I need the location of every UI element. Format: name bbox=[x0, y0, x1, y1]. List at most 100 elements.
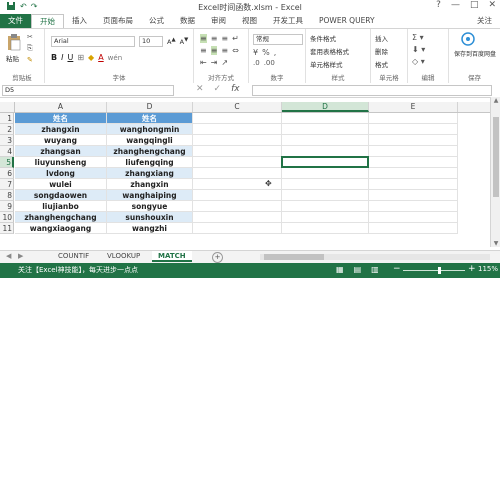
align-top-icon[interactable]: ≡ bbox=[200, 34, 207, 43]
currency-icon[interactable]: ¥ bbox=[253, 48, 258, 57]
enter-icon[interactable]: ✓ bbox=[214, 84, 222, 94]
tab-review[interactable]: 审阅 bbox=[203, 14, 234, 28]
wrap-text-icon[interactable]: ↵ bbox=[232, 34, 239, 43]
row-header[interactable]: 1 bbox=[0, 113, 14, 124]
empty-cell[interactable] bbox=[369, 223, 458, 234]
tab-formulas[interactable]: 公式 bbox=[141, 14, 172, 28]
table-cell[interactable]: wangxiaogang bbox=[15, 223, 107, 234]
row-header[interactable]: 11 bbox=[0, 223, 14, 234]
clear-icon[interactable]: ◇ ▾ bbox=[412, 57, 425, 66]
table-header-cell[interactable]: 姓名 bbox=[15, 113, 107, 124]
empty-cell[interactable] bbox=[369, 201, 458, 212]
italic-icon[interactable]: I bbox=[61, 53, 63, 62]
table-cell[interactable]: zhangxiang bbox=[107, 168, 193, 179]
column-header-b[interactable]: D bbox=[107, 102, 193, 112]
vertical-scrollbar[interactable]: ▲ ▼ bbox=[490, 97, 500, 247]
delete-cells-button[interactable]: 删除 bbox=[375, 46, 388, 56]
row-header[interactable]: 3 bbox=[0, 135, 14, 146]
comma-icon[interactable]: , bbox=[274, 48, 277, 57]
merge-center-icon[interactable]: ⇔ bbox=[232, 46, 239, 55]
empty-cell[interactable] bbox=[282, 223, 369, 234]
user-account[interactable]: 关注 bbox=[477, 14, 500, 28]
save-to-baidu-button[interactable] bbox=[461, 32, 475, 48]
table-cell[interactable]: sunshouxin bbox=[107, 212, 193, 223]
table-cell[interactable]: songyue bbox=[107, 201, 193, 212]
empty-cell[interactable] bbox=[369, 135, 458, 146]
insert-function-icon[interactable]: fx bbox=[231, 84, 240, 94]
percent-icon[interactable]: % bbox=[262, 48, 270, 57]
empty-cell[interactable] bbox=[369, 190, 458, 201]
empty-cell[interactable] bbox=[193, 190, 282, 201]
table-cell[interactable]: liuyunsheng bbox=[15, 157, 107, 168]
table-cell[interactable]: wuyang bbox=[15, 135, 107, 146]
zoom-level[interactable]: 115% bbox=[478, 265, 498, 273]
tab-developer[interactable]: 开发工具 bbox=[265, 14, 311, 28]
grow-font-icon[interactable]: A▲ bbox=[167, 37, 176, 46]
close-icon[interactable]: ✕ bbox=[488, 0, 496, 10]
column-header-d[interactable]: D bbox=[282, 102, 369, 112]
table-cell[interactable]: zhangxin bbox=[15, 124, 107, 135]
scroll-down-icon[interactable]: ▼ bbox=[491, 240, 500, 247]
decrease-decimal-icon[interactable]: .00 bbox=[264, 59, 275, 67]
formula-input[interactable] bbox=[252, 85, 492, 96]
tab-file[interactable]: 文件 bbox=[0, 14, 31, 28]
tab-power-query[interactable]: POWER QUERY bbox=[311, 14, 383, 28]
page-break-view-icon[interactable]: ▥ bbox=[371, 265, 379, 274]
tab-page-layout[interactable]: 页面布局 bbox=[95, 14, 141, 28]
font-color-icon[interactable]: A bbox=[98, 53, 103, 62]
empty-cell[interactable] bbox=[369, 157, 458, 168]
table-cell[interactable]: wanghongmin bbox=[107, 124, 193, 135]
table-cell[interactable]: wangqingli bbox=[107, 135, 193, 146]
table-cell[interactable]: wanghaiping bbox=[107, 190, 193, 201]
zoom-slider[interactable] bbox=[403, 267, 465, 274]
select-all-corner[interactable] bbox=[0, 102, 15, 112]
format-as-table-button[interactable]: 套用表格格式 bbox=[310, 46, 349, 56]
table-cell[interactable]: liufengqing bbox=[107, 157, 193, 168]
format-painter-icon[interactable]: ✎ bbox=[27, 56, 33, 64]
prev-sheet-icon[interactable]: ◀ bbox=[6, 251, 11, 262]
scroll-up-icon[interactable]: ▲ bbox=[491, 97, 500, 104]
horizontal-scrollbar[interactable] bbox=[260, 254, 490, 260]
zoom-slider-knob[interactable] bbox=[438, 267, 441, 274]
tab-view[interactable]: 视图 bbox=[234, 14, 265, 28]
horizontal-scroll-thumb[interactable] bbox=[264, 254, 324, 260]
fill-color-icon[interactable]: ◆ bbox=[88, 53, 94, 62]
empty-cell[interactable] bbox=[193, 212, 282, 223]
align-left-icon[interactable]: ≡ bbox=[200, 46, 207, 55]
zoom-out-icon[interactable]: − bbox=[393, 264, 401, 274]
paste-button[interactable]: 粘贴 bbox=[6, 33, 22, 63]
format-cells-button[interactable]: 格式 bbox=[375, 59, 388, 69]
empty-cell[interactable] bbox=[369, 212, 458, 223]
table-cell[interactable]: zhanghengchang bbox=[15, 212, 107, 223]
empty-cell[interactable] bbox=[193, 223, 282, 234]
help-icon[interactable]: ? bbox=[436, 0, 441, 10]
empty-cell[interactable] bbox=[193, 124, 282, 135]
empty-cell[interactable] bbox=[193, 157, 282, 168]
align-right-icon[interactable]: ≡ bbox=[221, 46, 228, 55]
empty-cell[interactable] bbox=[282, 168, 369, 179]
font-size-combo[interactable]: 10 bbox=[139, 36, 163, 47]
empty-cell[interactable] bbox=[282, 124, 369, 135]
autosum-icon[interactable]: Σ ▾ bbox=[412, 33, 425, 42]
empty-cell[interactable] bbox=[193, 135, 282, 146]
align-center-icon[interactable]: ≡ bbox=[210, 46, 218, 55]
number-format-combo[interactable]: 常规 bbox=[253, 34, 303, 45]
table-cell[interactable]: liujianbo bbox=[15, 201, 107, 212]
plus-circle-icon[interactable]: + bbox=[212, 252, 223, 263]
empty-cell[interactable] bbox=[193, 201, 282, 212]
row-header[interactable]: 4 bbox=[0, 146, 14, 157]
maximize-icon[interactable]: □ bbox=[470, 0, 479, 10]
vertical-scroll-thumb[interactable] bbox=[493, 117, 499, 197]
borders-icon[interactable]: ⊞ bbox=[77, 53, 84, 62]
increase-indent-icon[interactable]: ⇥ bbox=[211, 58, 218, 67]
empty-cell[interactable] bbox=[369, 179, 458, 190]
row-header[interactable]: 7 bbox=[0, 179, 14, 190]
tab-insert[interactable]: 插入 bbox=[64, 14, 95, 28]
row-header[interactable]: 2 bbox=[0, 124, 14, 135]
empty-cell[interactable] bbox=[369, 113, 458, 124]
name-box[interactable]: D5 bbox=[2, 85, 174, 96]
table-cell[interactable]: zhanghengchang bbox=[107, 146, 193, 157]
font-name-combo[interactable]: Arial bbox=[51, 36, 135, 47]
table-cell[interactable]: zhangsan bbox=[15, 146, 107, 157]
empty-cell[interactable] bbox=[282, 201, 369, 212]
